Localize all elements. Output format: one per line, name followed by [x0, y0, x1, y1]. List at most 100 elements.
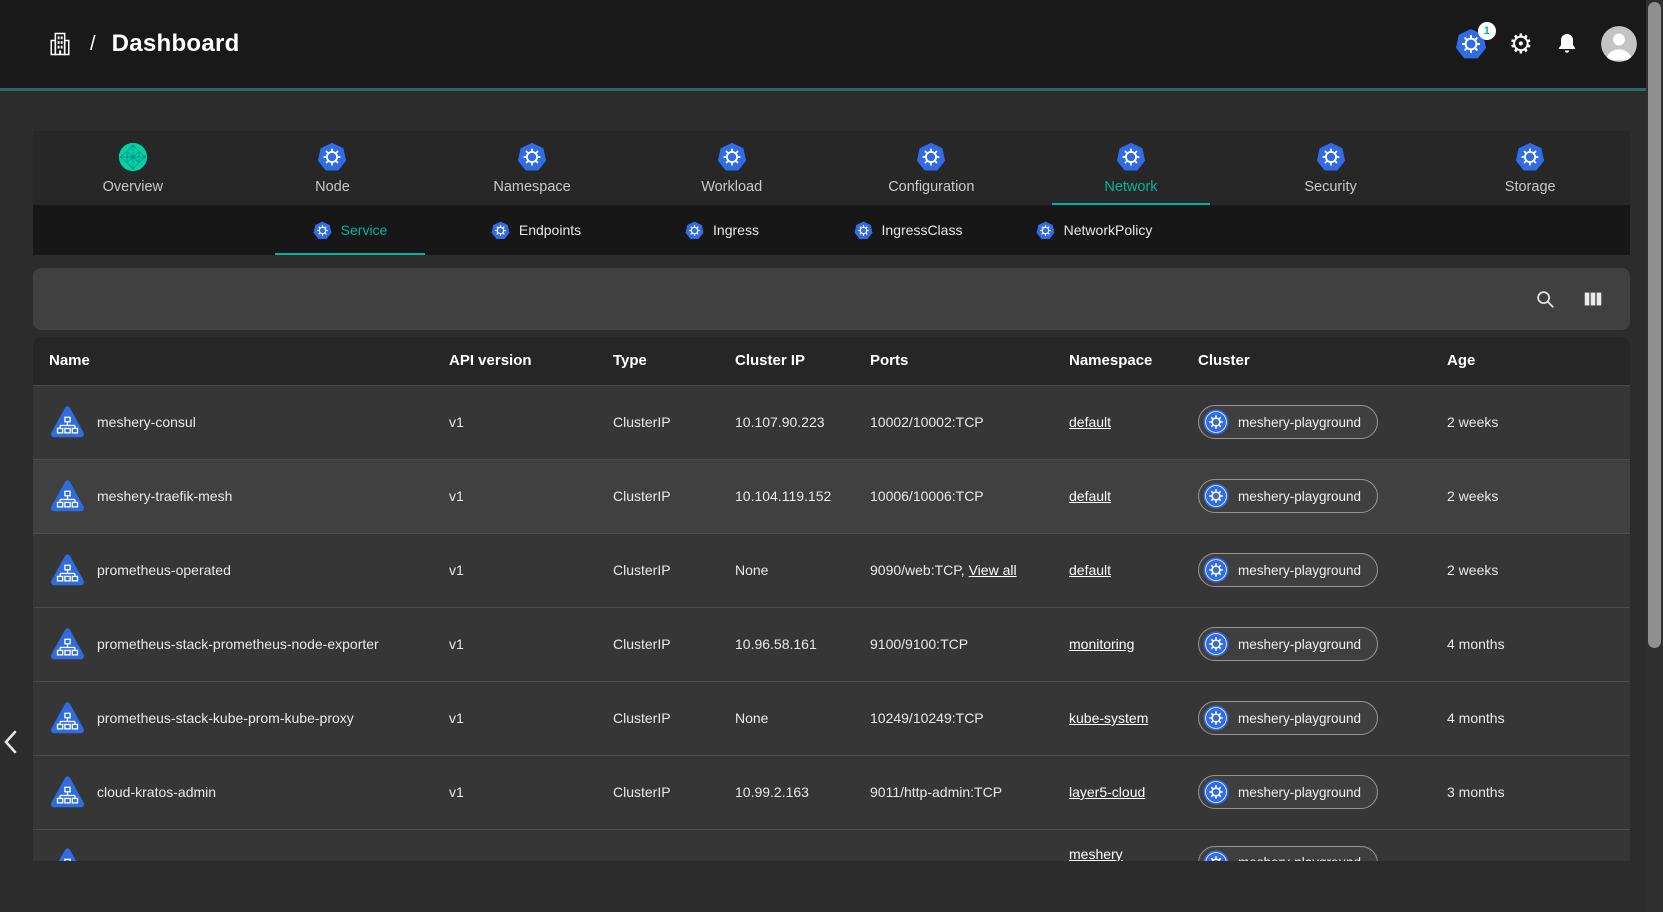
kubernetes-icon	[916, 142, 946, 172]
context-count-badge: 1	[1478, 22, 1496, 40]
search-icon[interactable]	[1534, 288, 1556, 310]
cluster-chip[interactable]: meshery-playground	[1198, 479, 1378, 513]
column-header-type[interactable]: Type	[613, 337, 735, 385]
cell-ports: 9090/web:TCP, View all	[870, 533, 1069, 607]
cell-cluster: meshery-playground	[1198, 607, 1447, 681]
column-header-name[interactable]: Name	[33, 337, 449, 385]
column-header-age[interactable]: Age	[1447, 337, 1630, 385]
user-avatar[interactable]	[1601, 26, 1637, 62]
cell-cluster-ip: 10.104.119.152	[735, 459, 870, 533]
cluster-chip[interactable]: meshery-playground	[1198, 405, 1378, 439]
cell-cluster-ip: None	[735, 533, 870, 607]
network-subtabs: Service Endpoints	[33, 205, 1630, 255]
cell-cluster: meshery-playground	[1198, 829, 1447, 861]
tab-workload[interactable]: Workload	[632, 131, 832, 205]
table-row[interactable]: meshery	[33, 829, 1630, 861]
table-row[interactable]: meshery-consul v1 ClusterIP 10.107.90.22…	[33, 385, 1630, 459]
tab-namespace[interactable]: Namespace	[432, 131, 632, 205]
cell-type: ClusterIP	[613, 385, 735, 459]
cluster-name: meshery-playground	[1238, 711, 1361, 726]
service-icon	[49, 700, 86, 737]
view-columns-icon[interactable]	[1582, 288, 1604, 310]
cell-type: ClusterIP	[613, 607, 735, 681]
cell-name: prometheus-stack-prometheus-node-exporte…	[33, 607, 449, 681]
cell-name: meshery-consul	[33, 385, 449, 459]
service-name: meshery-traefik-mesh	[97, 488, 232, 504]
namespace-link[interactable]: default	[1069, 488, 1111, 504]
breadcrumb-separator: /	[90, 33, 96, 56]
table-row[interactable]: cloud-kratos-admin v1 ClusterIP 10.99.2.…	[33, 755, 1630, 829]
subtab-ingressclass[interactable]: IngressClass	[815, 205, 1001, 255]
service-icon	[49, 846, 86, 862]
view-all-link[interactable]: View all	[969, 562, 1017, 578]
table-row[interactable]: meshery-traefik-mesh v1 ClusterIP 10.104…	[33, 459, 1630, 533]
cell-type: ClusterIP	[613, 755, 735, 829]
kubernetes-icon	[491, 221, 510, 240]
table-row[interactable]: prometheus-stack-prometheus-node-exporte…	[33, 607, 1630, 681]
page-scrollbar	[1646, 0, 1663, 912]
kubernetes-icon	[1203, 409, 1229, 435]
tab-network[interactable]: Network	[1031, 131, 1231, 205]
cluster-chip[interactable]: meshery-playground	[1198, 846, 1378, 862]
cell-cluster: meshery-playground	[1198, 459, 1447, 533]
cluster-chip[interactable]: meshery-playground	[1198, 627, 1378, 661]
collapse-chevron-left-icon[interactable]	[2, 728, 20, 756]
header-actions: 1 ⚙	[1455, 26, 1637, 62]
namespace-link[interactable]: monitoring	[1069, 636, 1134, 652]
subtab-ingress[interactable]: Ingress	[629, 205, 815, 255]
kubernetes-icon	[317, 142, 347, 172]
tab-security[interactable]: Security	[1231, 131, 1431, 205]
kubernetes-context-icon[interactable]: 1	[1455, 28, 1487, 60]
resource-category-tabs: Overview	[33, 131, 1630, 205]
subtab-endpoints[interactable]: Endpoints	[443, 205, 629, 255]
service-name: prometheus-stack-prometheus-node-exporte…	[97, 636, 379, 652]
cell-ports: 10249/10249:TCP	[870, 681, 1069, 755]
kubernetes-icon	[1515, 142, 1545, 172]
cell-ports: 10006/10006:TCP	[870, 459, 1069, 533]
subtab-service[interactable]: Service	[257, 205, 443, 255]
cell-cluster: meshery-playground	[1198, 755, 1447, 829]
column-header-api-version[interactable]: API version	[449, 337, 613, 385]
cell-namespace: kube-system	[1069, 681, 1198, 755]
notifications-bell-icon[interactable]	[1555, 32, 1579, 56]
namespace-link[interactable]: default	[1069, 562, 1111, 578]
cell-api-version	[449, 829, 613, 861]
app-header: / Dashboard 1 ⚙	[0, 0, 1663, 91]
column-header-cluster[interactable]: Cluster	[1198, 337, 1447, 385]
cell-api-version: v1	[449, 681, 613, 755]
cluster-chip[interactable]: meshery-playground	[1198, 775, 1378, 809]
kubernetes-icon	[1203, 779, 1229, 805]
table-toolbar	[33, 268, 1630, 330]
cell-ports: 9011/http-admin:TCP	[870, 755, 1069, 829]
column-header-namespace[interactable]: Namespace	[1069, 337, 1198, 385]
settings-gear-icon[interactable]: ⚙	[1509, 31, 1533, 58]
cell-api-version: v1	[449, 533, 613, 607]
tab-configuration[interactable]: Configuration	[832, 131, 1032, 205]
service-icon	[49, 552, 86, 589]
tab-overview[interactable]: Overview	[33, 131, 233, 205]
cell-api-version: v1	[449, 755, 613, 829]
cell-ports	[870, 829, 1069, 861]
column-header-ports[interactable]: Ports	[870, 337, 1069, 385]
kubernetes-icon	[1316, 142, 1346, 172]
namespace-link[interactable]: meshery	[1069, 846, 1123, 862]
kubernetes-icon	[1203, 483, 1229, 509]
cell-api-version: v1	[449, 459, 613, 533]
kubernetes-icon	[854, 221, 873, 240]
namespace-link[interactable]: default	[1069, 414, 1111, 430]
cluster-chip[interactable]: meshery-playground	[1198, 553, 1378, 587]
cell-age	[1447, 829, 1630, 861]
building-icon[interactable]	[46, 30, 74, 58]
cell-age: 4 months	[1447, 681, 1630, 755]
cell-name: meshery-traefik-mesh	[33, 459, 449, 533]
column-header-cluster-ip[interactable]: Cluster IP	[735, 337, 870, 385]
table-row[interactable]: prometheus-stack-kube-prom-kube-proxy v1…	[33, 681, 1630, 755]
subtab-networkpolicy[interactable]: NetworkPolicy	[1001, 205, 1187, 255]
namespace-link[interactable]: kube-system	[1069, 710, 1148, 726]
table-row[interactable]: prometheus-operated v1 ClusterIP None 90…	[33, 533, 1630, 607]
cluster-chip[interactable]: meshery-playground	[1198, 701, 1378, 735]
tab-node[interactable]: Node	[233, 131, 433, 205]
namespace-link[interactable]: layer5-cloud	[1069, 784, 1145, 800]
scrollbar-thumb[interactable]	[1648, 2, 1661, 648]
tab-storage[interactable]: Storage	[1430, 131, 1630, 205]
